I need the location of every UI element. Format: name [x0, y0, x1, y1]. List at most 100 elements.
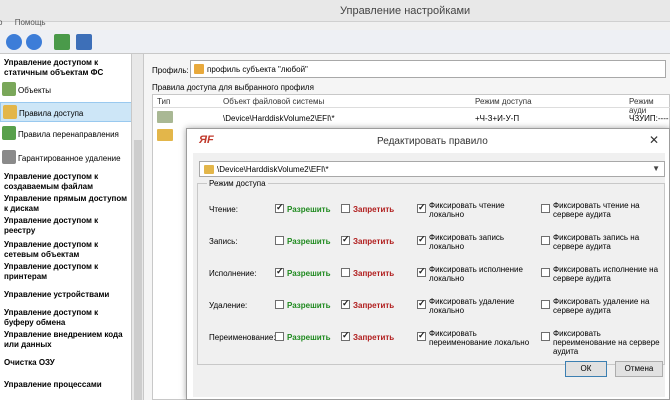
close-icon[interactable]: ✕ [649, 133, 659, 147]
sidebar-heading-ram-clear[interactable]: Очистка ОЗУ [4, 358, 128, 368]
deny-checkbox[interactable] [341, 330, 350, 341]
fix-local-checkbox[interactable] [417, 266, 426, 277]
save-icon[interactable] [76, 34, 92, 50]
deny-checkbox[interactable] [341, 204, 350, 213]
sidebar: Управление доступом к статичным объектам… [0, 54, 132, 400]
fix-local-checkbox[interactable] [417, 234, 426, 245]
fix-local-label: Фиксировать удаление локально [429, 297, 515, 315]
cancel-button[interactable]: Отмена [615, 361, 663, 377]
table-row-mode[interactable]: +Ч-З+И-У-П [475, 114, 519, 123]
column-header-mode[interactable]: Режим доступа [475, 97, 532, 106]
sidebar-item-label: Правила перенаправления [18, 130, 119, 139]
sidebar-heading-registry[interactable]: Управление доступом к реестру [4, 216, 128, 236]
ok-button[interactable]: ОК [565, 361, 607, 377]
allow-checkbox[interactable] [275, 332, 284, 341]
deny-label: Запретить [353, 237, 395, 246]
redirect-icon [2, 126, 16, 140]
fix-audit-checkbox[interactable] [541, 332, 550, 341]
column-header-audit[interactable]: Режим ауди [629, 97, 669, 115]
table-row-audit[interactable]: ЧЗУИП:---- [629, 114, 669, 123]
allow-label: Разрешить [287, 269, 331, 278]
profile-label: Профиль: [152, 66, 189, 75]
fix-local-label: Фиксировать чтение локально [429, 201, 505, 219]
sidebar-item-objects[interactable]: Объекты [0, 80, 131, 100]
fix-audit-checkbox[interactable] [541, 204, 550, 213]
play-icon[interactable] [26, 34, 42, 50]
stop-icon[interactable] [6, 34, 22, 50]
op-label: Запись: [209, 237, 238, 246]
objects-icon [2, 82, 16, 96]
folder-icon [204, 165, 214, 174]
rules-caption: Правила доступа для выбранного профиля [152, 83, 314, 92]
allow-checkbox[interactable] [275, 266, 284, 277]
profile-icon [194, 64, 204, 74]
sidebar-item-secure-delete[interactable]: Гарантированное удаление [0, 148, 131, 168]
path-select[interactable]: \Device\HarddiskVolume2\EFI\* ▼ [199, 161, 665, 177]
allow-checkbox[interactable] [275, 300, 284, 309]
allow-checkbox[interactable] [275, 202, 284, 213]
sidebar-heading-direct-disk[interactable]: Управление прямым доступом к дискам [4, 194, 128, 214]
sidebar-heading-created-files[interactable]: Управление доступом к создаваемым файлам [4, 172, 128, 192]
path-value: \Device\HarddiskVolume2\EFI\* [217, 165, 329, 174]
op-label: Удаление: [209, 301, 248, 310]
profile-select[interactable]: профиль субъекта "любой" [190, 60, 666, 78]
allow-checkbox[interactable] [275, 236, 284, 245]
deny-checkbox[interactable] [341, 298, 350, 309]
menu-item-help[interactable]: Помощь [15, 18, 46, 27]
column-header-type[interactable]: Тип [157, 97, 170, 106]
sidebar-heading-code-injection[interactable]: Управление внедрением кода или данных [4, 330, 128, 350]
fix-local-label: Фиксировать переименование локально [429, 329, 530, 347]
fix-audit-label: Фиксировать исполнение на сервере аудита [553, 265, 659, 283]
sidebar-heading-static-fs[interactable]: Управление доступом к статичным объектам… [4, 58, 128, 78]
deny-checkbox[interactable] [341, 268, 350, 277]
fix-local-label: Фиксировать запись локально [429, 233, 505, 251]
fix-audit-label: Фиксировать запись на сервере аудита [553, 233, 640, 251]
apply-icon[interactable] [54, 34, 70, 50]
window-title: Управление настройками [340, 5, 471, 17]
deny-label: Запретить [353, 333, 395, 342]
scrollbar-thumb[interactable] [134, 140, 142, 400]
sidebar-item-access-rules[interactable]: Правила доступа [0, 102, 131, 122]
allow-label: Разрешить [287, 301, 331, 310]
sidebar-heading-printers[interactable]: Управление доступом к принтерам [4, 262, 128, 282]
sidebar-item-redirect-rules[interactable]: Правила перенаправления [0, 124, 131, 144]
fix-local-checkbox[interactable] [417, 202, 426, 213]
dialog-titlebar: ЯF Редактировать правило ✕ [187, 129, 669, 153]
fix-audit-checkbox[interactable] [541, 236, 550, 245]
folder-icon [157, 129, 173, 141]
group-title: Режим доступа [207, 179, 268, 188]
deny-label: Запретить [353, 301, 395, 310]
table-row-object[interactable]: \Device\HarddiskVolume2\EFI\* [223, 114, 335, 123]
chevron-down-icon: ▼ [652, 164, 660, 173]
fix-audit-label: Фиксировать переименование на сервере ау… [553, 329, 660, 356]
sidebar-heading-processes[interactable]: Управление процессами [4, 380, 128, 390]
op-label: Переименование: [209, 333, 276, 342]
app-logo-icon: ЯF [199, 134, 214, 146]
sidebar-item-label: Объекты [18, 86, 51, 95]
access-rules-icon [3, 105, 17, 119]
toolbar [0, 30, 670, 54]
fix-local-checkbox[interactable] [417, 298, 426, 309]
profile-value: профиль субъекта "любой" [207, 65, 308, 74]
fix-audit-label: Фиксировать удаление на сервере аудита [553, 297, 650, 315]
sidebar-scrollbar[interactable] [132, 54, 144, 400]
fix-audit-checkbox[interactable] [541, 268, 550, 277]
sidebar-item-label: Правила доступа [19, 109, 84, 118]
deny-label: Запретить [353, 205, 395, 214]
fix-audit-checkbox[interactable] [541, 300, 550, 309]
allow-label: Разрешить [287, 237, 331, 246]
dialog-title: Редактировать правило [377, 136, 488, 147]
sidebar-item-label: Гарантированное удаление [18, 154, 121, 163]
allow-label: Разрешить [287, 205, 331, 214]
sidebar-heading-clipboard[interactable]: Управление доступом к буферу обмена [4, 308, 128, 328]
deny-checkbox[interactable] [341, 234, 350, 245]
fix-local-checkbox[interactable] [417, 330, 426, 341]
menu-item-file[interactable]: о [0, 18, 2, 27]
fix-audit-label: Фиксировать чтение на сервере аудита [553, 201, 640, 219]
op-label: Чтение: [209, 205, 238, 214]
sidebar-heading-network[interactable]: Управление доступом к сетевым объектам [4, 240, 128, 260]
column-header-object[interactable]: Объект файловой системы [223, 97, 324, 106]
header-divider [153, 107, 670, 108]
sidebar-heading-devices[interactable]: Управление устройствами [4, 290, 128, 300]
allow-label: Разрешить [287, 333, 331, 342]
